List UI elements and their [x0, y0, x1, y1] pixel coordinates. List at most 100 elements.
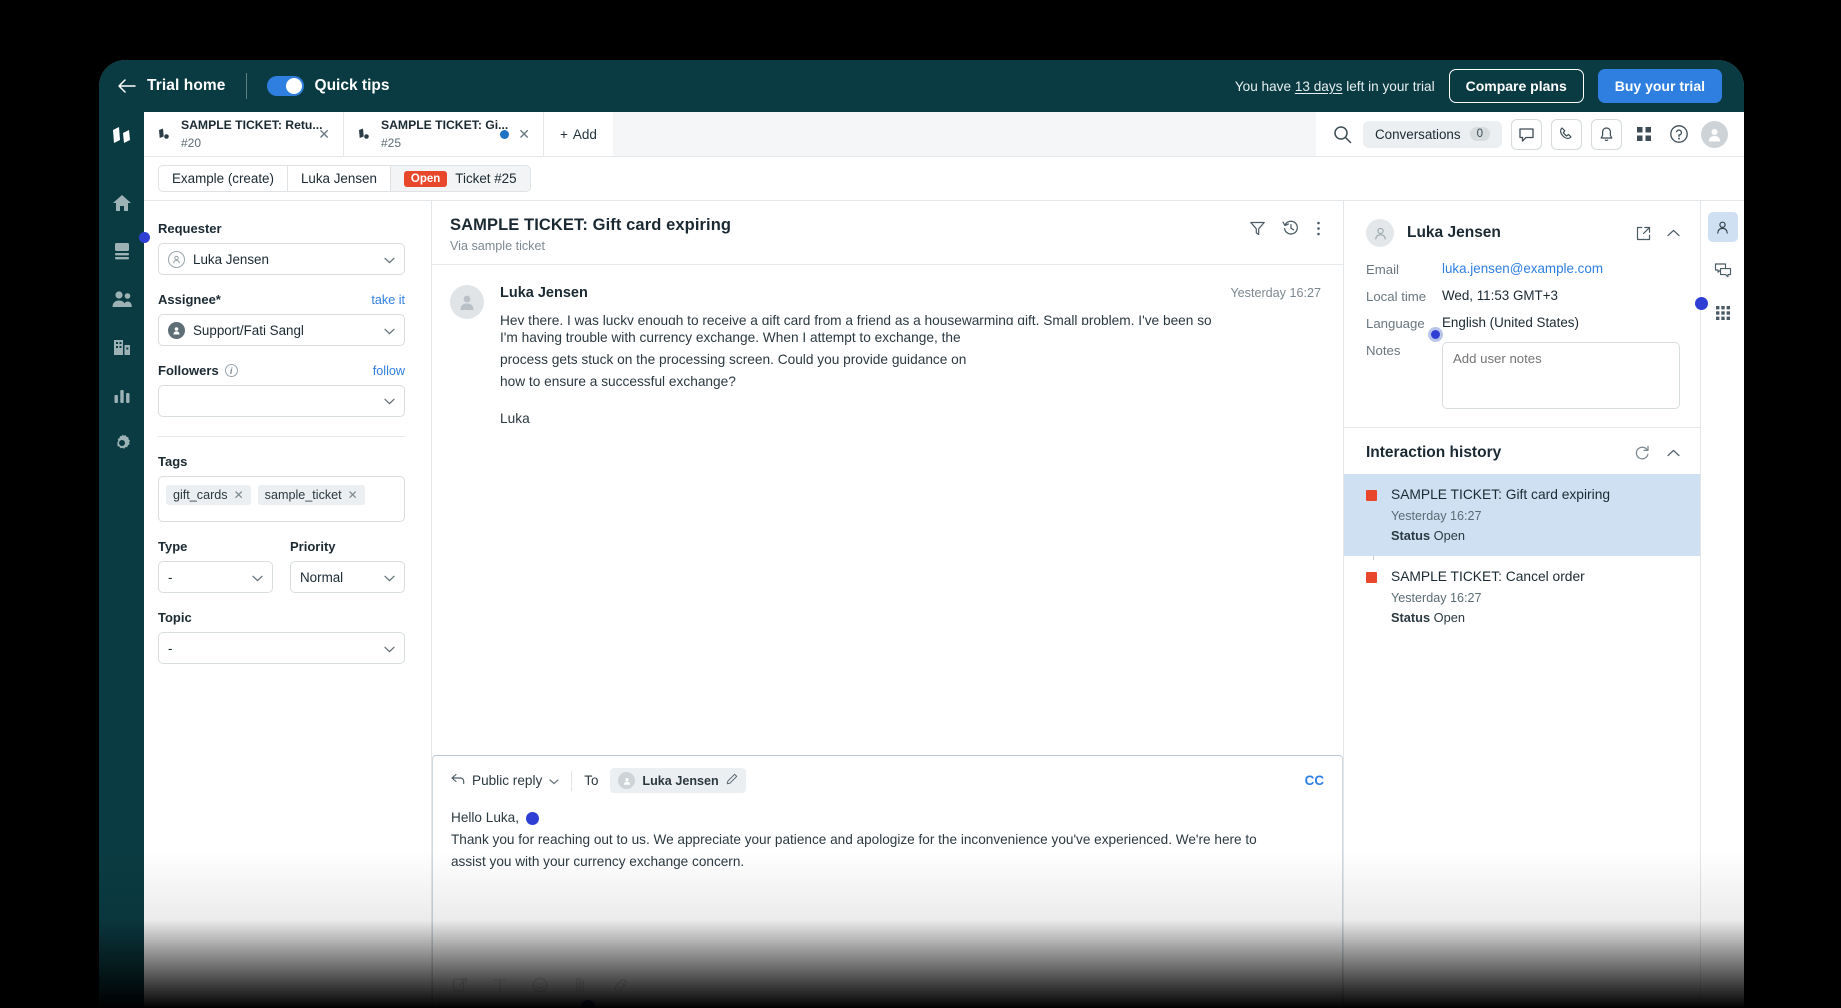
composer-header: Public reply To Luka Jensen CC — [433, 756, 1342, 803]
priority-field: Priority Normal — [290, 539, 405, 593]
plus-icon: + — [560, 126, 568, 142]
interaction-history-title: Interaction history — [1366, 444, 1502, 461]
more-vertical-icon[interactable] — [1316, 220, 1321, 237]
add-tab-label: Add — [572, 126, 597, 142]
notes-textarea[interactable] — [1442, 342, 1680, 409]
requester-select[interactable]: Luka Jensen — [158, 243, 405, 275]
tags-field: Tags gift_cards ✕ sample_ticket ✕ — [158, 454, 405, 522]
home-icon[interactable] — [109, 190, 135, 216]
composer-body[interactable]: Hello Luka, Thank you for reaching out t… — [433, 803, 1342, 976]
tickets-icon[interactable] — [109, 238, 135, 264]
type-label: Type — [158, 539, 188, 554]
divider — [158, 436, 405, 437]
ticket-header: SAMPLE TICKET: Gift card expiring Via sa… — [432, 201, 1343, 265]
assignee-select[interactable]: Support/Fati Sangl — [158, 314, 405, 346]
conversations-filter[interactable]: Conversations 0 — [1362, 120, 1502, 148]
chevron-up-icon[interactable] — [1667, 449, 1680, 457]
chat-icon[interactable] — [1511, 118, 1542, 150]
priority-select[interactable]: Normal — [290, 561, 405, 593]
organizations-icon[interactable] — [109, 334, 135, 360]
chevron-up-icon[interactable] — [1667, 229, 1680, 237]
pencil-icon[interactable] — [726, 773, 738, 788]
tag-chip[interactable]: sample_ticket ✕ — [257, 485, 365, 505]
follow-link[interactable]: follow — [373, 364, 405, 378]
close-icon[interactable]: ✕ — [318, 127, 330, 141]
close-icon[interactable]: ✕ — [348, 488, 358, 502]
type-select[interactable]: - — [158, 561, 273, 593]
email-value[interactable]: luka.jensen@example.com — [1442, 261, 1603, 276]
user-profile-icon[interactable] — [1707, 212, 1738, 242]
conversations-label: Conversations — [1374, 126, 1461, 142]
ticket-tab[interactable]: SAMPLE TICKET: Gi... #25 ✕ — [344, 112, 544, 156]
avatar[interactable] — [1701, 120, 1728, 148]
list-item[interactable]: SAMPLE TICKET: Gift card expiring Yester… — [1344, 474, 1700, 556]
refresh-icon[interactable] — [1634, 445, 1650, 461]
ticket-icon — [357, 127, 372, 142]
buy-trial-button[interactable]: Buy your trial — [1597, 69, 1722, 103]
quick-tips-toggle[interactable] — [266, 76, 304, 96]
page-title: SAMPLE TICKET: Gift card expiring — [450, 216, 732, 234]
conversations-icon[interactable] — [1708, 255, 1738, 285]
reports-icon[interactable] — [109, 382, 135, 408]
tab-number: #25 — [381, 136, 402, 150]
message: Luka Jensen Yesterday 16:27 Hey there. I… — [450, 285, 1321, 426]
settings-icon[interactable] — [109, 430, 135, 456]
help-circle-icon[interactable] — [1666, 121, 1692, 147]
to-label: To — [584, 773, 599, 788]
message-thread: Luka Jensen Yesterday 16:27 Hey there. I… — [432, 265, 1343, 755]
cc-button[interactable]: CC — [1305, 773, 1324, 788]
signature-icon[interactable] — [451, 976, 469, 994]
apps-grid-icon[interactable] — [1708, 298, 1738, 328]
local-time-label: Local time — [1366, 289, 1427, 304]
take-it-link[interactable]: take it — [371, 293, 405, 307]
info-icon[interactable]: i — [224, 364, 238, 377]
compare-plans-button[interactable]: Compare plans — [1448, 69, 1584, 103]
chevron-down-icon — [384, 641, 395, 656]
ticket-tab[interactable]: SAMPLE TICKET: Retu... #20 ✕ — [144, 112, 344, 156]
history-date: Yesterday 16:27 — [1391, 508, 1482, 523]
email-row: Email luka.jensen@example.com — [1366, 261, 1680, 277]
history-title: SAMPLE TICKET: Gift card expiring — [1391, 487, 1611, 502]
tags-input[interactable]: gift_cards ✕ sample_ticket ✕ — [158, 476, 405, 522]
followers-label-row: Followers i follow — [158, 363, 405, 378]
close-icon[interactable]: ✕ — [518, 127, 530, 141]
search-icon[interactable] — [1332, 123, 1354, 145]
emoji-icon[interactable] — [531, 976, 549, 994]
reply-composer: Public reply To Luka Jensen CC Hello Luk… — [432, 755, 1343, 1008]
arrow-left-icon[interactable] — [117, 76, 137, 96]
phone-icon[interactable] — [1551, 118, 1582, 150]
tag-chip[interactable]: gift_cards ✕ — [166, 485, 251, 505]
message-clipped-line: Hey there. I was lucky enough to receive… — [500, 313, 1212, 325]
local-time-value: Wed, 11:53 GMT+3 — [1442, 288, 1558, 303]
external-link-icon[interactable] — [1636, 226, 1651, 241]
bell-icon[interactable] — [1591, 118, 1622, 150]
history-icon[interactable] — [1282, 219, 1300, 237]
attachment-icon[interactable] — [571, 976, 589, 994]
filter-icon[interactable] — [1249, 220, 1266, 237]
message-signature: Luka — [500, 410, 530, 426]
link-icon[interactable] — [611, 976, 629, 994]
breadcrumb-item-customer[interactable]: Luka Jensen — [287, 166, 391, 191]
recipient-chip[interactable]: Luka Jensen — [610, 768, 746, 793]
status-marker-icon — [1366, 490, 1377, 501]
breadcrumb-item-example[interactable]: Example (create) — [159, 166, 288, 191]
add-tab-button[interactable]: + Add — [544, 112, 613, 156]
trial-home-label[interactable]: Trial home — [147, 77, 226, 95]
close-icon[interactable]: ✕ — [234, 488, 244, 502]
user-icon — [168, 250, 185, 268]
requester-value: Luka Jensen — [193, 251, 269, 267]
logo-icon[interactable] — [109, 124, 135, 150]
list-item[interactable]: SAMPLE TICKET: Cancel order Yesterday 16… — [1344, 556, 1700, 638]
message-author: Luka Jensen — [500, 285, 588, 301]
topic-select[interactable]: - — [158, 632, 405, 664]
message-preview-clipped: Hey there. I was lucky enough to receive… — [500, 310, 1321, 325]
apps-grid-icon[interactable] — [1631, 121, 1657, 147]
breadcrumb-item-ticket[interactable]: Open Ticket #25 — [390, 166, 530, 191]
followers-select[interactable] — [158, 385, 405, 417]
text-format-icon[interactable] — [491, 976, 509, 994]
contacts-icon[interactable] — [109, 286, 135, 312]
topic-field: Topic - — [158, 610, 405, 664]
reply-mode-selector[interactable]: Public reply — [451, 773, 559, 788]
tab-number: #20 — [181, 136, 202, 150]
composer-toolbar — [433, 976, 1342, 1007]
